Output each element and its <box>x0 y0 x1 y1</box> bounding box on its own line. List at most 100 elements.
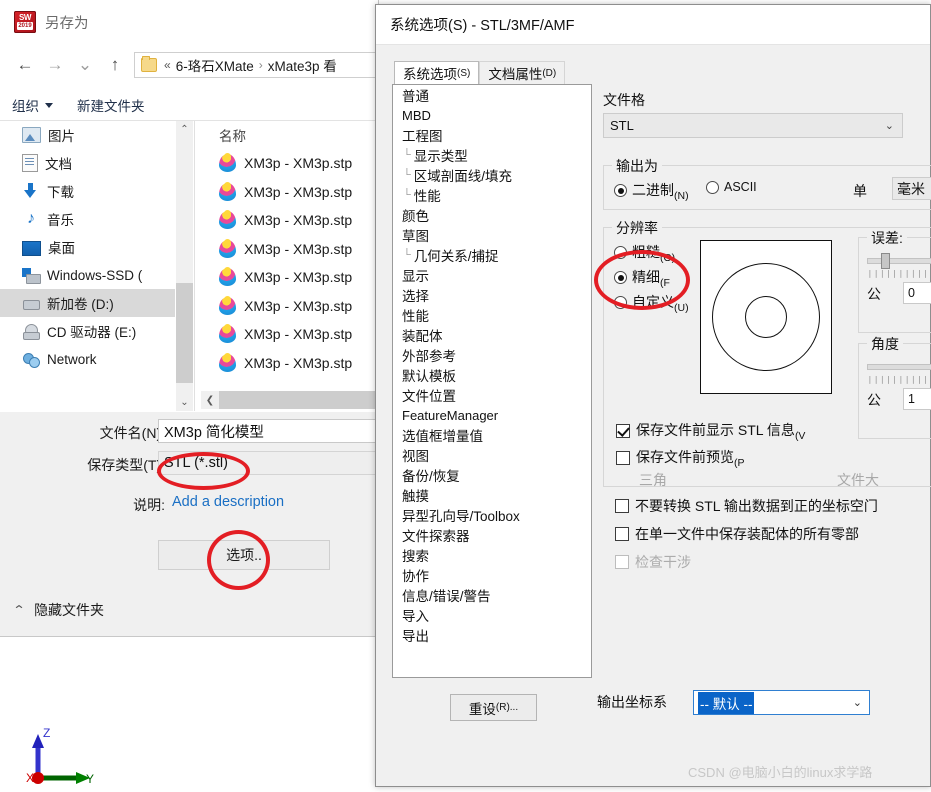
scroll-left-icon[interactable]: ❮ <box>201 392 219 409</box>
place-item-desktop[interactable]: 桌面 <box>0 233 175 261</box>
radio-coarse-indicator[interactable] <box>614 246 627 260</box>
deviation-slider-track[interactable] <box>867 258 931 264</box>
file-row[interactable]: XM3p - XM3p.stp <box>201 263 378 292</box>
tree-item-selection[interactable]: 选择 <box>393 285 591 305</box>
tree-item-display[interactable]: 显示 <box>393 265 591 285</box>
checkbox-check-interference[interactable]: 检查干涉 <box>615 552 691 572</box>
tree-item-colors[interactable]: 颜色 <box>393 205 591 225</box>
tree-item-drawings[interactable]: 工程图 <box>393 125 591 145</box>
back-button[interactable]: ← <box>10 50 40 80</box>
checkbox-show-stl-info[interactable]: 保存文件前显示 STL 信息(V <box>616 420 805 442</box>
checkbox-no-translate-stl-indicator[interactable] <box>615 499 629 513</box>
radio-coarse[interactable]: 粗糙(O) <box>614 242 675 264</box>
options-button[interactable]: 选项.. <box>158 540 330 570</box>
options-category-tree[interactable]: 普通 MBD 工程图 显示类型 区域剖面线/填充 性能 颜色 草图 几何关系/捕… <box>392 84 592 678</box>
organize-button[interactable]: 组织 <box>0 95 65 115</box>
add-description-link[interactable]: Add a description <box>172 494 284 510</box>
up-button[interactable]: ↑ <box>100 50 130 80</box>
places-scroll-thumb[interactable] <box>176 283 193 383</box>
savetype-combo[interactable]: STL (*.stl) <box>158 451 378 475</box>
hide-folders-toggle[interactable]: ⌃ 隐藏文件夹 <box>12 600 104 620</box>
place-item-network[interactable]: Network <box>0 345 175 373</box>
file-row[interactable]: XM3p - XM3p.stp <box>201 178 378 207</box>
address-bar[interactable]: « 6-珞石XMate › xMate3p 看 <box>134 52 378 78</box>
breadcrumb-part-1[interactable]: xMate3p 看 <box>268 55 337 75</box>
tree-item-collaboration[interactable]: 协作 <box>393 565 591 585</box>
tree-item-view[interactable]: 视图 <box>393 445 591 465</box>
radio-ascii-indicator[interactable] <box>706 180 719 194</box>
tree-item-area-hatch-fill[interactable]: 区域剖面线/填充 <box>393 165 591 185</box>
tree-item-export[interactable]: 导出 <box>393 625 591 645</box>
tree-item-touch[interactable]: 触摸 <box>393 485 591 505</box>
recent-locations-button[interactable]: ⌄ <box>70 50 100 80</box>
file-row[interactable]: XM3p - XM3p.stp <box>201 292 378 321</box>
tree-item-assemblies[interactable]: 装配体 <box>393 325 591 345</box>
place-item-windows-ssd[interactable]: Windows-SSD ( <box>0 261 175 289</box>
angle-value-input[interactable]: 1 <box>903 388 931 410</box>
checkbox-preview-before-save-indicator[interactable] <box>616 450 630 465</box>
output-coordinate-system-combo[interactable]: -- 默认 -- ⌄ <box>693 690 870 715</box>
filename-input[interactable]: XM3p 简化模型 <box>158 419 378 443</box>
radio-custom[interactable]: 自定义(U) <box>614 292 689 314</box>
tree-item-file-explorer[interactable]: 文件探索器 <box>393 525 591 545</box>
radio-binary[interactable]: 二进制(N) <box>614 180 689 202</box>
checkbox-show-stl-info-indicator[interactable] <box>616 423 630 438</box>
angle-slider-track[interactable] <box>867 364 931 370</box>
tree-item-featuremanager[interactable]: FeatureManager <box>393 405 591 425</box>
place-item-music[interactable]: ♪ 音乐 <box>0 205 175 233</box>
file-format-combo[interactable]: STL ⌄ <box>603 113 903 138</box>
new-folder-button[interactable]: 新建文件夹 <box>65 95 157 115</box>
tree-item-relations-snaps[interactable]: 几何关系/捕捉 <box>393 245 591 265</box>
radio-fine[interactable]: 精细(F <box>614 267 670 289</box>
tree-item-import[interactable]: 导入 <box>393 605 591 625</box>
file-row[interactable]: XM3p - XM3p.stp <box>201 320 378 349</box>
tree-item-spin-box-increments[interactable]: 选值框增量值 <box>393 425 591 445</box>
tree-item-file-locations[interactable]: 文件位置 <box>393 385 591 405</box>
radio-binary-indicator[interactable] <box>614 184 627 198</box>
tree-item-default-templates[interactable]: 默认模板 <box>393 365 591 385</box>
place-item-documents[interactable]: 文档 <box>0 149 175 177</box>
file-row[interactable]: XM3p - XM3p.stp <box>201 149 378 178</box>
unit-combo[interactable]: 毫米 <box>892 177 931 200</box>
tree-item-mbd[interactable]: MBD <box>393 105 591 125</box>
tree-item-messages-errors-warnings[interactable]: 信息/错误/警告 <box>393 585 591 605</box>
place-item-downloads[interactable]: 下载 <box>0 177 175 205</box>
place-item-cd-drive-e[interactable]: CD 驱动器 (E:) <box>0 317 175 345</box>
radio-ascii[interactable]: ASCII <box>706 180 757 194</box>
panel-divider <box>194 121 195 411</box>
column-header-name[interactable]: 名称 <box>201 121 378 149</box>
radio-custom-indicator[interactable] <box>614 296 627 310</box>
file-row[interactable]: XM3p - XM3p.stp <box>201 206 378 235</box>
file-list[interactable]: 名称 XM3p - XM3p.stp XM3p - XM3p.stp XM3p … <box>201 121 378 391</box>
deviation-value-input[interactable]: 0 <box>903 282 931 304</box>
checkbox-no-translate-stl[interactable]: 不要转换 STL 输出数据到正的坐标空门 <box>615 496 878 516</box>
file-row[interactable]: XM3p - XM3p.stp <box>201 235 378 264</box>
tree-item-display-type[interactable]: 显示类型 <box>393 145 591 165</box>
tree-item-backup-recover[interactable]: 备份/恢复 <box>393 465 591 485</box>
checkbox-save-all-components-indicator[interactable] <box>615 527 629 541</box>
scroll-up-icon[interactable]: ⌃ <box>176 121 193 138</box>
tab-system-options[interactable]: 系统选项 (S) <box>394 61 480 84</box>
tree-item-external-references[interactable]: 外部参考 <box>393 345 591 365</box>
places-tree[interactable]: 图片 文档 下载 ♪ 音乐 桌面 Windows-SSD (新加卷 (D:) … <box>0 121 175 411</box>
deviation-slider-thumb[interactable] <box>881 253 890 269</box>
tree-item-search[interactable]: 搜索 <box>393 545 591 565</box>
tree-item-performance[interactable]: 性能 <box>393 305 591 325</box>
radio-fine-indicator[interactable] <box>614 271 627 285</box>
tree-item-general[interactable]: 普通 <box>393 85 591 105</box>
file-row[interactable]: XM3p - XM3p.stp <box>201 349 378 378</box>
breadcrumb-overflow-icon[interactable]: « <box>164 58 171 72</box>
tree-item-performance-drawings[interactable]: 性能 <box>393 185 591 205</box>
file-list-hscroll-thumb[interactable] <box>219 391 378 409</box>
forward-button[interactable]: → <box>40 50 70 80</box>
reset-button[interactable]: 重设 (R)... <box>450 694 537 721</box>
place-item-new-volume-d[interactable]: 新加卷 (D:) <box>0 289 175 317</box>
tab-document-properties[interactable]: 文档属性 (D) <box>479 61 566 84</box>
breadcrumb-part-0[interactable]: 6-珞石XMate <box>176 55 254 75</box>
checkbox-save-all-components[interactable]: 在单一文件中保存装配体的所有零部 <box>615 524 859 544</box>
tree-item-sketch[interactable]: 草图 <box>393 225 591 245</box>
tree-item-hole-wizard-toolbox[interactable]: 异型孔向导/Toolbox <box>393 505 591 525</box>
place-item-pictures[interactable]: 图片 <box>0 121 175 149</box>
checkbox-preview-before-save[interactable]: 保存文件前预览(P <box>616 447 745 469</box>
scroll-down-icon[interactable]: ⌄ <box>176 394 193 411</box>
